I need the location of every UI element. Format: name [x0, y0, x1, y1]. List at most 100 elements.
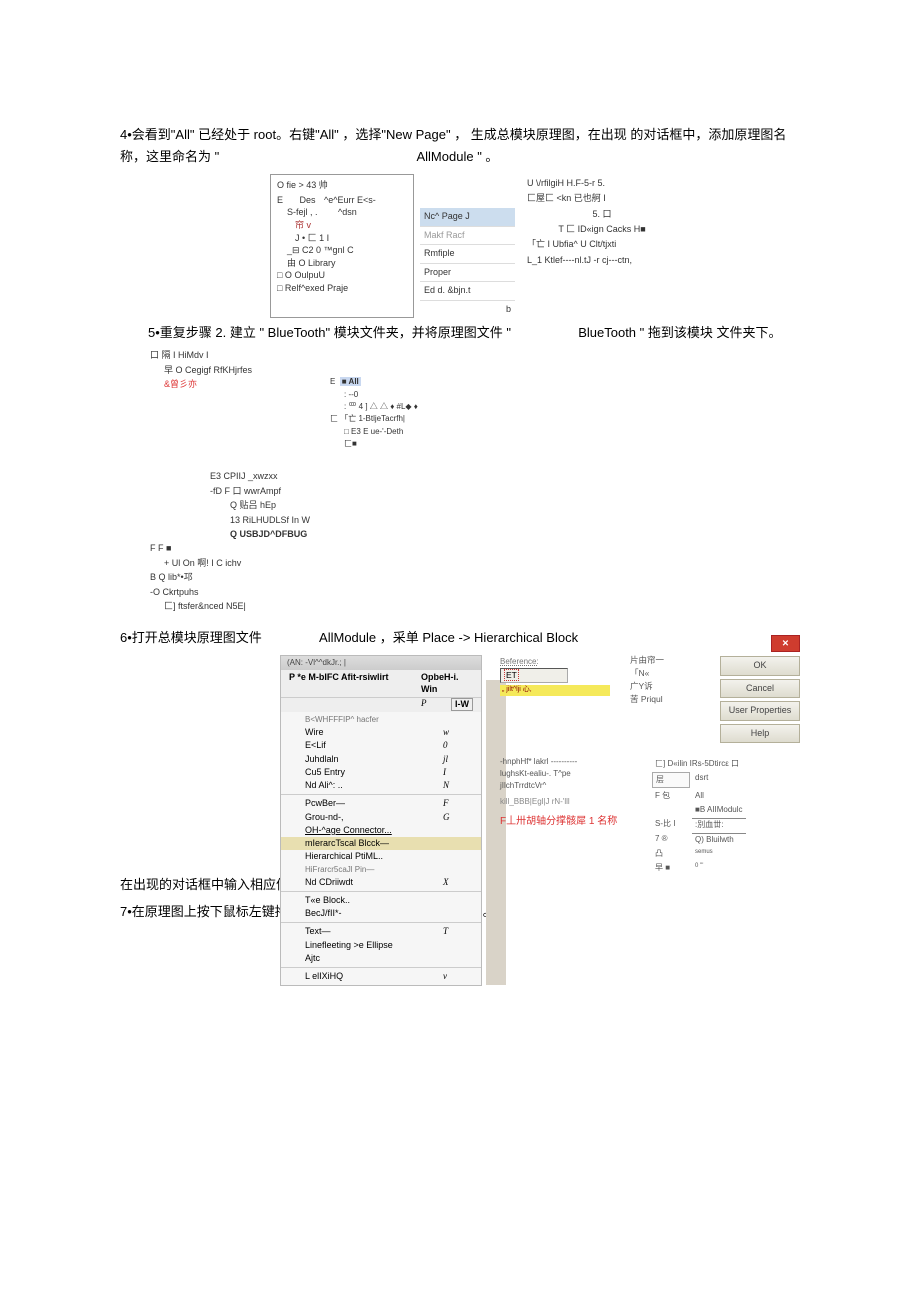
- p2l-2: &曾彡亦: [150, 377, 800, 391]
- menu-item-shortcut: w: [443, 727, 473, 738]
- menu-item[interactable]: OH-^age Connector...: [281, 824, 481, 837]
- p2l-8: F F ■: [150, 541, 800, 555]
- panel4-block2: -hnphHf* lakrl ---------- lughsKt-ealiu-…: [500, 756, 800, 876]
- p4r-2a: 层: [652, 772, 690, 788]
- step5-name: BlueTooth: [578, 325, 636, 340]
- p3sh-p: P: [421, 698, 451, 711]
- panel2: 口 隔 I HiMdv I 早 O Cegigf RfKHjrfes &曾彡亦 …: [140, 348, 800, 613]
- panel2-mid: E ■ All : --0 : 罒 4 ] △ △ ♦ #L◆ ♦ 匚 「亡 1…: [330, 376, 418, 450]
- menu-item[interactable]: Nd CDriiwdtX: [281, 876, 481, 889]
- p2l-6: 13 RiLHUDLSf In W: [150, 513, 800, 527]
- p2l-9: + Ul On 啊! I C ichv: [150, 556, 800, 570]
- menu-item[interactable]: Juhdlalnjl: [281, 753, 481, 766]
- menu-item[interactable]: Wirew: [281, 726, 481, 739]
- reference-label: Beference:: [500, 656, 610, 668]
- panel1-left-title: O fie > 43 帅: [277, 179, 407, 192]
- panel3-head: P *e M-bIFC Afit-rsiwlirt OpbeH-i. Win: [281, 670, 481, 698]
- menu-item[interactable]: Nd Ali^: ..N: [281, 779, 481, 792]
- reference-field[interactable]: ET: [500, 668, 568, 683]
- p4b2l-3: kill_BBB|Egl|J rN-'lll: [500, 796, 640, 808]
- menu-item-shortcut: [443, 953, 473, 964]
- menu-item-shortcut: [443, 895, 473, 906]
- menu-item[interactable]: Linefleeting >e Ellipse: [281, 939, 481, 952]
- p4b2-right: 匚] D«ilin IRs-5Dtircε 口 层dsrt F 包All ■B …: [650, 756, 800, 876]
- p3h-c1: P *e M-bIFC Afit-rsiwlirt: [289, 672, 421, 695]
- p1m-r1[interactable]: Makf Racf: [420, 227, 515, 246]
- menu-item[interactable]: Grou-nd-,G: [281, 811, 481, 824]
- p2l-12: 匚] ftsfer&nced N5E|: [150, 599, 800, 613]
- menu-item-shortcut: [443, 715, 473, 725]
- menu-item-shortcut: X: [443, 877, 473, 888]
- p4r-5a: S-比 I: [652, 818, 690, 831]
- panel2-left: 口 隔 I HiMdv I 早 O Cegigf RfKHjrfes &曾彡亦 …: [140, 348, 800, 613]
- menu-item[interactable]: BecJ/fII*-: [281, 907, 481, 920]
- menu-item-shortcut: I: [443, 767, 473, 778]
- p1m-r2[interactable]: Rmfiple: [420, 245, 515, 264]
- p4b2l-1: lughsKt-ealiu-. T^pe: [500, 768, 640, 780]
- user-properties-button[interactable]: User Properties: [720, 701, 800, 721]
- p4-red-text: F丄卅胡轴分撑骸犀 1 名称: [500, 814, 640, 829]
- p2l-10: B Q lib*•邛: [150, 570, 800, 584]
- p3sh-iw[interactable]: I-W: [451, 698, 473, 711]
- p1r-r5: L_1 Ktlef----nl.tJ -r cj---ctn,: [527, 253, 677, 268]
- menu-item-label: BecJ/fII*-: [305, 908, 443, 919]
- p4r-5b: :別血丗:: [692, 818, 746, 831]
- menu-item[interactable]: HiFrarcr5caJl Pin—: [281, 864, 481, 876]
- p2m-1[interactable]: ■ All: [340, 377, 361, 386]
- p1m-r0[interactable]: Nc^ Page J: [420, 208, 515, 227]
- p1l-r2: ^e^Eurr E<s-: [324, 195, 376, 205]
- menu-item-label: Cu5 Entry: [305, 767, 443, 778]
- close-button[interactable]: ✕: [771, 635, 800, 652]
- p2m-0: E: [330, 377, 335, 386]
- p2m-2: : --0: [330, 389, 418, 401]
- p2m-4: 匚 「亡 1-BtljeTacrfh|: [330, 413, 418, 425]
- p1r-r1: 匚屋匚 <kn 已也舸 I: [527, 191, 677, 206]
- menu-item[interactable]: PcwBer—F: [281, 797, 481, 810]
- p1m-r3[interactable]: Proper: [420, 264, 515, 283]
- menu-item[interactable]: Text—T: [281, 925, 481, 938]
- p1r-r4: 「亡 I Ubfia^ U Clt/tjxti: [527, 237, 677, 252]
- menu-item-shortcut: 0: [443, 740, 473, 751]
- menu-item[interactable]: Ajtc: [281, 952, 481, 965]
- p1r-r3: T 匚 ID«ign Cacks H■: [527, 222, 677, 237]
- menu-item[interactable]: E<Lif0: [281, 739, 481, 752]
- menu-item[interactable]: mIerarcTscal Blcck—: [281, 837, 481, 850]
- menu-separator: [281, 794, 481, 795]
- menu-item[interactable]: Cu5 EntryI: [281, 766, 481, 779]
- p1l-r10: □ Relf^exed Praje: [277, 282, 407, 295]
- menu-item[interactable]: T«e Block..: [281, 894, 481, 907]
- panel3-menu: (AN: -Vl^^dkJr.; | P *e M-bIFC Afit-rsiw…: [280, 655, 482, 986]
- p2l-11: -O Ckrtpuhs: [150, 585, 800, 599]
- panel1: O fie > 43 帅 E Des ^e^Eurr E<s- S-fejl ,…: [270, 174, 800, 318]
- menu-item[interactable]: L elIXiHQv: [281, 970, 481, 983]
- help-button[interactable]: Help: [720, 724, 800, 744]
- p2m-6: 匚■: [330, 438, 418, 450]
- menu-item-label: L elIXiHQ: [305, 971, 443, 982]
- p4r-2b: dsrt: [692, 772, 746, 788]
- panel3-title: (AN: -Vl^^dkJr.; |: [281, 656, 481, 670]
- p2m-5: □ E3 E ue-'-Deth: [330, 426, 418, 438]
- p1l-r5: 帘 v: [277, 219, 407, 232]
- p1m-r4[interactable]: Ed d. &bjn.t: [420, 282, 515, 301]
- p4r-6a: 7 ®: [652, 833, 690, 846]
- menu-item-shortcut: [443, 851, 473, 862]
- p1r-r0: U \/rfilgiH H.F-5-r 5.: [527, 176, 677, 191]
- menu-item-label: OH-^age Connector...: [305, 825, 443, 836]
- cancel-button[interactable]: Cancel: [720, 679, 800, 699]
- p2l-4: -fD F 口 wwrAmpf: [150, 484, 800, 498]
- menu-item-label: Wire: [305, 727, 443, 738]
- menu-separator: [281, 967, 481, 968]
- menu-item-shortcut: N: [443, 780, 473, 791]
- menu-item[interactable]: Hierarchical PtiML..: [281, 850, 481, 863]
- p4b2l-0: -hnphHf* lakrl ----------: [500, 756, 640, 768]
- menu-item-shortcut: F: [443, 798, 473, 809]
- p4r-7b: semus: [692, 848, 746, 860]
- menu-item-label: Juhdlaln: [305, 754, 443, 765]
- p2l-7: Q USBJD^DFBUG: [150, 527, 800, 541]
- menu-item-shortcut: jl: [443, 754, 473, 765]
- p4r-3b: All: [692, 790, 746, 802]
- menu-item[interactable]: B<WHFFFIP^ hacfer: [281, 714, 481, 726]
- menu-item-label: Nd Ali^: ..: [305, 780, 443, 791]
- p4r-8b: 0 ''': [692, 862, 746, 874]
- ok-button[interactable]: OK: [720, 656, 800, 676]
